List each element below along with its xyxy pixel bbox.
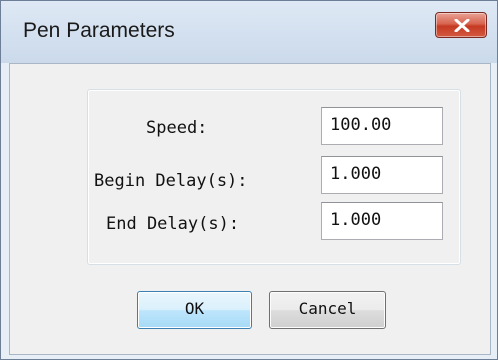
window-title: Pen Parameters (23, 19, 175, 42)
pen-parameters-dialog: Pen Parameters Speed: 100.00 Begin Delay… (0, 0, 498, 360)
speed-input[interactable]: 100.00 (321, 107, 443, 145)
end-delay-input[interactable]: 1.000 (321, 202, 443, 240)
begin-delay-input[interactable]: 1.000 (321, 156, 443, 194)
title-bar[interactable]: Pen Parameters (1, 1, 497, 63)
begin-delay-label: Begin Delay(s): (94, 171, 248, 191)
cancel-button[interactable]: Cancel (269, 291, 386, 329)
close-button[interactable] (435, 12, 487, 38)
speed-label: Speed: (146, 118, 208, 138)
ok-button[interactable]: OK (137, 291, 252, 329)
close-icon (454, 19, 470, 32)
end-delay-label: End Delay(s): (106, 214, 240, 234)
